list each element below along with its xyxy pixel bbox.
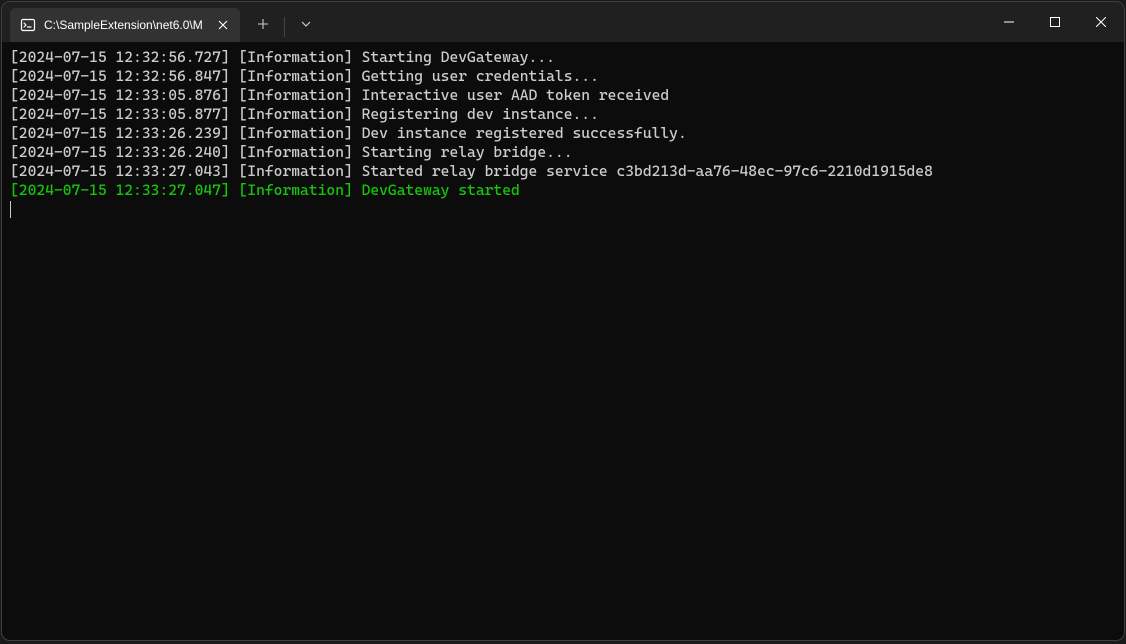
tab-title: C:\SampleExtension\net6.0\M [44,18,206,32]
log-line: [2024-07-15 12:33:05.876] [Information] … [10,86,1116,105]
titlebar: C:\SampleExtension\net6.0\M [2,2,1124,42]
close-button[interactable] [1078,2,1124,42]
terminal-output[interactable]: [2024-07-15 12:32:56.727] [Information] … [2,42,1124,640]
log-line: [2024-07-15 12:33:27.043] [Information] … [10,162,1116,181]
log-line: [2024-07-15 12:33:26.239] [Information] … [10,124,1116,143]
divider [284,17,285,37]
tab-close-button[interactable] [214,16,232,34]
titlebar-drag-area[interactable] [323,2,986,42]
window-controls [986,2,1124,42]
terminal-icon [20,17,36,33]
maximize-button[interactable] [1032,2,1078,42]
tab-dropdown-button[interactable] [289,7,323,41]
terminal-window: C:\SampleExtension\net6.0\M [2,2,1124,640]
log-line: [2024-07-15 12:33:05.877] [Information] … [10,105,1116,124]
log-line: [2024-07-15 12:33:26.240] [Information] … [10,143,1116,162]
new-tab-button[interactable] [246,7,280,41]
log-line: [2024-07-15 12:32:56.727] [Information] … [10,48,1116,67]
log-line: [2024-07-15 12:33:27.047] [Information] … [10,181,1116,200]
cursor [10,201,11,218]
minimize-button[interactable] [986,2,1032,42]
tab-active[interactable]: C:\SampleExtension\net6.0\M [10,8,240,42]
tab-actions [246,2,323,42]
log-line: [2024-07-15 12:32:56.847] [Information] … [10,67,1116,86]
